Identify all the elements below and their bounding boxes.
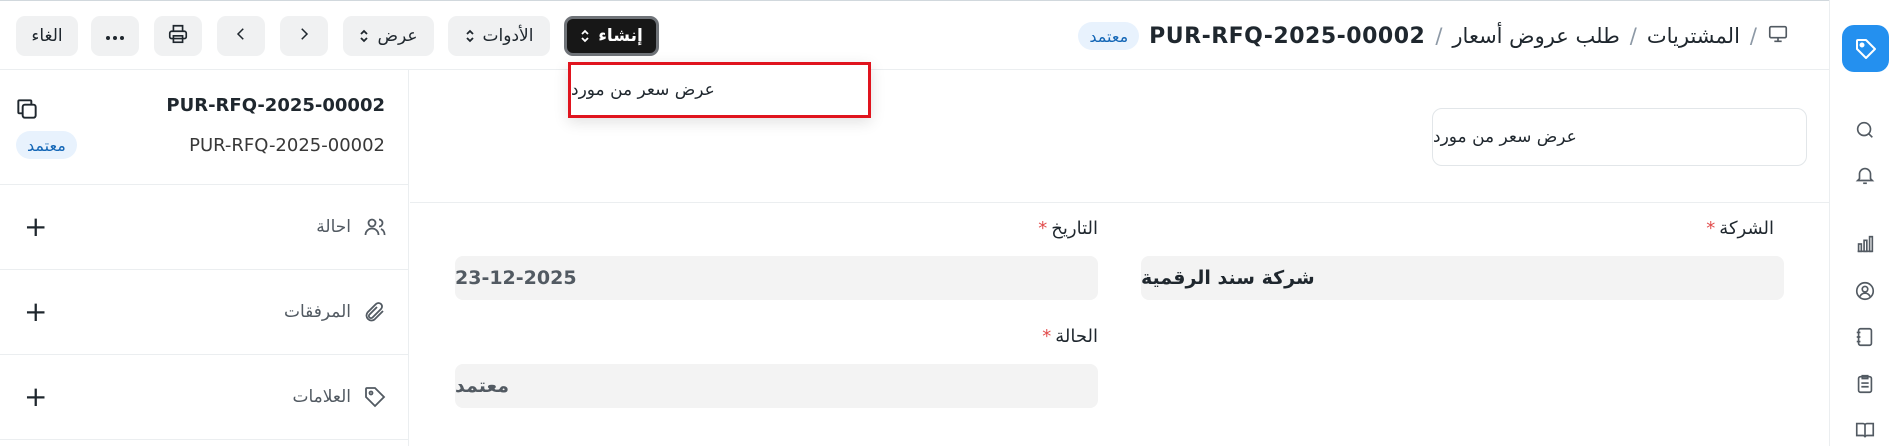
section-divider — [410, 202, 1829, 203]
page: / المشتريات / طلب عروض أسعار / PUR-RFQ-2… — [0, 0, 1902, 446]
chevron-updown-icon — [359, 28, 369, 44]
sidebar-item-label: المرفقات — [283, 302, 351, 322]
plus-icon[interactable]: + — [24, 213, 47, 241]
breadcrumb-separator: / — [1629, 24, 1637, 48]
user-circle-icon[interactable] — [1853, 279, 1877, 303]
chevron-updown-icon — [580, 28, 590, 44]
bell-icon[interactable] — [1853, 163, 1877, 187]
document-sidebar: PUR-RFQ-2025-00002 PUR-RFQ-2025-00002 مع… — [0, 70, 409, 446]
page-title: PUR-RFQ-2025-00002 — [1149, 23, 1426, 49]
plus-icon[interactable]: + — [24, 383, 47, 411]
status-label: الحالة* — [1042, 326, 1098, 347]
sidebar-doc-subtitle: PUR-RFQ-2025-00002 — [189, 135, 385, 156]
cancel-button[interactable]: الغاء — [16, 16, 78, 56]
clipboard-icon[interactable] — [1853, 372, 1877, 396]
breadcrumb: / المشتريات / طلب عروض أسعار / PUR-RFQ-2… — [1078, 18, 1789, 54]
connection-card-supplier-quotation[interactable]: عرض سعر من مورد — [1432, 108, 1807, 166]
printer-icon — [167, 23, 189, 50]
sidebar-item-attachments[interactable]: المرفقات + — [0, 270, 409, 355]
date-value: 23-12-2025 — [455, 267, 577, 289]
copy-icon[interactable] — [14, 96, 40, 126]
sidebar-item-label: احالة — [316, 217, 351, 237]
sidebar-item-tags[interactable]: العلامات + — [0, 355, 409, 440]
date-field[interactable]: 23-12-2025 — [455, 256, 1098, 300]
status-badge: معتمد — [1078, 22, 1140, 50]
tag-icon — [363, 385, 387, 413]
company-label-text: الشركة — [1719, 218, 1774, 239]
sidebar-item-label: العلامات — [292, 387, 351, 407]
main-form: عرض سعر من مورد الشركة* شركة سند الرقمية… — [410, 70, 1829, 446]
sidebar-status-badge: معتمد — [16, 131, 77, 159]
view-button-label: عرض — [377, 26, 418, 46]
breadcrumb-doctype[interactable]: طلب عروض أسعار — [1452, 24, 1619, 48]
chevron-right-icon — [295, 25, 313, 48]
company-value: شركة سند الرقمية — [1141, 267, 1315, 289]
previous-button[interactable] — [217, 16, 265, 56]
breadcrumb-separator: / — [1749, 24, 1757, 48]
required-asterisk: * — [1042, 326, 1052, 347]
chevron-left-icon — [232, 25, 250, 48]
notebook-icon[interactable] — [1853, 325, 1877, 349]
sidebar-doc-title: PUR-RFQ-2025-00002 — [166, 95, 385, 116]
required-asterisk: * — [1706, 218, 1716, 239]
cancel-button-label: الغاء — [31, 26, 63, 46]
company-field[interactable]: شركة سند الرقمية — [1141, 256, 1784, 300]
icon-rail — [1829, 0, 1902, 446]
next-button[interactable] — [280, 16, 328, 56]
app-logo-icon[interactable] — [1842, 25, 1889, 72]
sidebar-item-assign[interactable]: احالة + — [0, 185, 409, 270]
view-button[interactable]: عرض — [343, 16, 434, 56]
status-value: معتمد — [455, 375, 509, 397]
search-icon[interactable] — [1853, 118, 1877, 142]
chart-icon[interactable] — [1853, 232, 1877, 256]
more-horizontal-icon — [105, 26, 125, 46]
date-label: التاريخ* — [1038, 218, 1098, 239]
company-label: الشركة* — [1706, 218, 1774, 239]
status-label-text: الحالة — [1055, 326, 1098, 347]
users-icon — [363, 215, 387, 243]
chevron-updown-icon — [465, 28, 475, 44]
paperclip-icon — [363, 300, 387, 328]
sidebar-header: PUR-RFQ-2025-00002 PUR-RFQ-2025-00002 مع… — [0, 70, 409, 185]
breadcrumb-separator: / — [1435, 24, 1443, 48]
required-asterisk: * — [1038, 218, 1048, 239]
tools-button[interactable]: الأدوات — [448, 16, 550, 56]
top-bar: / المشتريات / طلب عروض أسعار / PUR-RFQ-2… — [0, 0, 1829, 70]
status-field[interactable]: معتمد — [455, 364, 1098, 408]
create-button[interactable]: إنشاء — [564, 16, 659, 56]
book-icon[interactable] — [1853, 418, 1877, 442]
connection-card-label: عرض سعر من مورد — [1433, 127, 1577, 147]
tools-button-label: الأدوات — [482, 26, 534, 46]
date-label-text: التاريخ — [1051, 218, 1098, 239]
plus-icon[interactable]: + — [24, 298, 47, 326]
create-button-label: إنشاء — [598, 26, 643, 46]
desktop-icon[interactable] — [1767, 23, 1789, 50]
print-button[interactable] — [154, 16, 202, 56]
more-button[interactable] — [91, 16, 139, 56]
breadcrumb-module[interactable]: المشتريات — [1647, 24, 1740, 48]
